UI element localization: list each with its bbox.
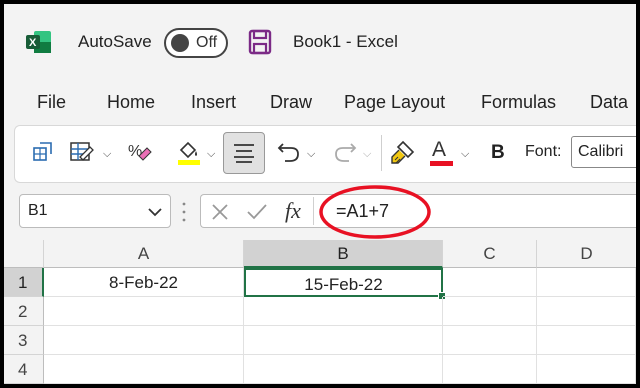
align-center-icon [234, 144, 254, 163]
select-all-corner[interactable] [4, 240, 44, 268]
format-cells-icon[interactable] [31, 140, 55, 164]
chevron-down-icon[interactable]: ⌵ [207, 148, 215, 161]
column-header-b[interactable]: B [244, 240, 443, 268]
excel-window: X AutoSave Off Book1 - Excel File Home I… [4, 4, 636, 384]
font-name-input[interactable]: Calibri [571, 136, 636, 168]
chevron-down-icon[interactable]: ⌵ [103, 148, 111, 161]
row-header-2[interactable]: 2 [4, 297, 44, 326]
menu-data[interactable]: Data [590, 92, 628, 113]
svg-text:A: A [432, 138, 446, 161]
format-painter-icon[interactable] [389, 138, 417, 166]
menu-home[interactable]: Home [107, 92, 155, 113]
cell-b3[interactable] [244, 326, 443, 355]
toggle-knob [171, 34, 189, 52]
chevron-down-icon[interactable] [148, 207, 162, 217]
excel-logo-icon: X [26, 31, 51, 53]
undo-icon[interactable] [277, 140, 301, 164]
column-header-c[interactable]: C [443, 240, 537, 268]
document-title: Book1 - Excel [293, 32, 398, 51]
formula-bar: fx =A1+7 [200, 185, 636, 239]
row-header-1[interactable]: 1 [4, 268, 44, 297]
percent-style-icon[interactable]: % [127, 140, 153, 164]
font-name-value: Calibri [578, 143, 624, 160]
cell-c1[interactable] [443, 268, 537, 297]
cell-a3[interactable] [44, 326, 244, 355]
cell-c3[interactable] [443, 326, 537, 355]
ribbon-divider [381, 135, 382, 171]
cancel-icon[interactable] [211, 203, 229, 221]
annotation-circle [319, 185, 431, 239]
table-format-icon[interactable] [69, 140, 95, 164]
formula-divider [313, 197, 314, 225]
chevron-down-icon: ⌵ [363, 148, 372, 160]
spreadsheet-grid: A B C D 1 2 3 4 8-Feb-22 15-Feb-22 [4, 240, 636, 384]
cell-b1[interactable]: 15-Feb-22 [244, 268, 443, 297]
cell-c4[interactable] [443, 355, 537, 384]
autosave-state: Off [196, 34, 218, 51]
autosave-toggle[interactable]: Off [164, 28, 228, 58]
redo-icon[interactable] [333, 140, 357, 164]
name-box[interactable]: B1 [19, 194, 171, 228]
font-label: Font: [525, 143, 562, 160]
cell-d4[interactable] [537, 355, 636, 384]
cell-d3[interactable] [537, 326, 636, 355]
title-bar: X AutoSave Off Book1 - Excel [4, 4, 636, 82]
cell-b2[interactable] [244, 297, 443, 326]
menu-page-layout[interactable]: Page Layout [344, 92, 445, 113]
menu-draw[interactable]: Draw [270, 92, 312, 113]
fill-color-icon[interactable] [175, 138, 203, 166]
font-color-icon[interactable]: A [429, 136, 455, 168]
chevron-down-icon[interactable]: ⌵ [461, 148, 469, 161]
column-header-d[interactable]: D [537, 240, 636, 268]
cell-d1[interactable] [537, 268, 636, 297]
menu-file[interactable]: File [37, 92, 66, 113]
cell-a2[interactable] [44, 297, 244, 326]
svg-text:X: X [29, 37, 37, 49]
cell-c2[interactable] [443, 297, 537, 326]
cell-d2[interactable] [537, 297, 636, 326]
chevron-down-icon[interactable]: ⌵ [307, 148, 315, 161]
ribbon-toolbar: ⌵ % ⌵ ⌵ ⌵ A ⌵ B Font: Calibri [14, 125, 636, 183]
align-center-button[interactable] [223, 132, 265, 174]
row-header-3[interactable]: 3 [4, 326, 44, 355]
row-header-4[interactable]: 4 [4, 355, 44, 384]
column-header-a[interactable]: A [44, 240, 244, 268]
cell-b4[interactable] [244, 355, 443, 384]
autosave-label: AutoSave [78, 32, 152, 51]
bold-button[interactable]: B [491, 142, 505, 164]
cell-a1[interactable]: 8-Feb-22 [44, 268, 244, 297]
menu-formulas[interactable]: Formulas [481, 92, 556, 113]
enter-check-icon[interactable] [246, 203, 268, 221]
menu-insert[interactable]: Insert [191, 92, 236, 113]
save-icon[interactable] [248, 29, 272, 55]
cell-a4[interactable] [44, 355, 244, 384]
name-box-value: B1 [28, 202, 48, 219]
drag-handle-icon[interactable] [182, 199, 186, 225]
insert-function-button[interactable]: fx [285, 198, 301, 224]
